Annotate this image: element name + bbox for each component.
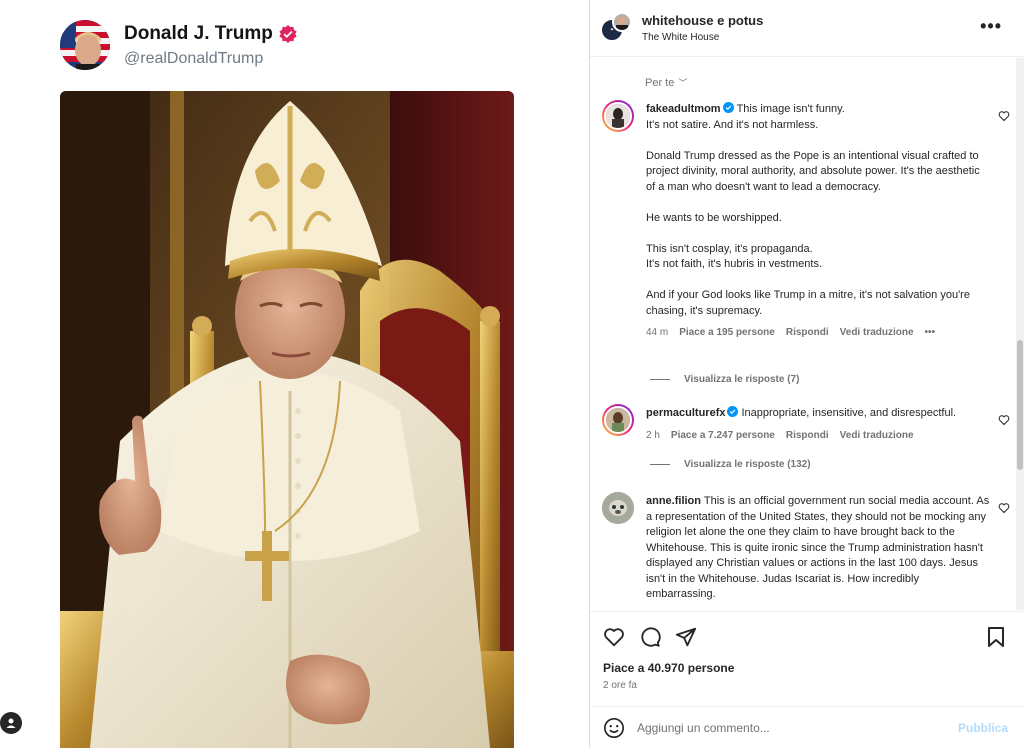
- post-subtitle: The White House: [642, 32, 720, 43]
- comment-line: This image isn't funny.: [736, 103, 845, 115]
- view-replies-button[interactable]: Visualizza le risposte (132): [650, 459, 811, 470]
- view-replies-label: Visualizza le risposte (7): [684, 374, 800, 385]
- scrollbar-thumb[interactable]: [1017, 340, 1023, 470]
- comment-line: [646, 226, 990, 242]
- comment-input[interactable]: [637, 720, 937, 735]
- translate-button[interactable]: Vedi traduzione: [840, 428, 914, 444]
- translate-button[interactable]: Vedi traduzione: [840, 325, 914, 341]
- reply-button[interactable]: Rispondi: [786, 325, 829, 341]
- chevron-down-icon: ﹀: [678, 78, 688, 88]
- comments-panel: ✦ whitehouse e potus The White House •••…: [590, 0, 1024, 748]
- comment-line: [646, 195, 990, 211]
- comment-line: This is an official government run socia…: [646, 495, 990, 600]
- user-profile-icon[interactable]: [0, 712, 22, 734]
- sort-label: Per te: [645, 76, 675, 89]
- comment-line: [646, 273, 990, 289]
- embedded-post-display-name: Donald J. Trump: [124, 23, 297, 45]
- comment-likes[interactable]: Piace a 7.247 persone: [671, 428, 775, 444]
- collab-avatars[interactable]: ✦: [600, 12, 636, 44]
- comment-more-button[interactable]: •••: [925, 325, 936, 341]
- comment-text: fakeadultmom This image isn't funny. It's…: [646, 102, 990, 319]
- replies-divider: [650, 464, 670, 465]
- verified-badge-icon: [722, 102, 734, 113]
- comment-line: [646, 133, 990, 149]
- post-image: [60, 91, 514, 748]
- comment-username[interactable]: anne.filion: [646, 495, 701, 507]
- comment-avatar[interactable]: [602, 404, 634, 436]
- display-name-text: Donald J. Trump: [124, 22, 273, 44]
- comment-line: This isn't cosplay, it's propaganda.: [646, 242, 813, 255]
- potus-avatar[interactable]: [612, 12, 632, 32]
- share-icon[interactable]: [675, 626, 697, 648]
- comment-line: It's not faith, it's hubris in vestments…: [646, 258, 822, 270]
- comment-icon[interactable]: [639, 626, 661, 648]
- replies-divider: [650, 379, 670, 380]
- comment-username[interactable]: permaculturefx: [646, 407, 725, 419]
- embedded-post-avatar: [60, 20, 110, 70]
- sort-dropdown[interactable]: Per te ﹀: [645, 76, 687, 89]
- post-actions: Piace a 40.970 persone 2 ore fa: [590, 611, 1024, 706]
- comment-likes[interactable]: Piace a 195 persone: [679, 325, 775, 341]
- comment-heart-icon[interactable]: [998, 414, 1010, 426]
- bookmark-icon[interactable]: [986, 626, 1006, 648]
- post-media-panel: Donald J. Trump @realDonaldTrump: [0, 0, 590, 748]
- publish-button[interactable]: Pubblica: [958, 721, 1008, 735]
- verified-badge-icon: [279, 24, 297, 43]
- more-options-button[interactable]: •••: [980, 16, 1002, 37]
- heart-icon[interactable]: [603, 626, 625, 648]
- comment-line: Donald Trump dressed as the Pope is an i…: [646, 149, 980, 193]
- reply-button[interactable]: Rispondi: [786, 428, 829, 444]
- comment-time[interactable]: 2 h: [646, 428, 660, 444]
- comment-line: Inappropriate, insensitive, and disrespe…: [741, 407, 957, 419]
- comment-username[interactable]: fakeadultmom: [646, 103, 721, 115]
- post-likes-count[interactable]: Piace a 40.970 persone: [603, 661, 734, 675]
- emoji-icon[interactable]: [603, 717, 625, 739]
- post-timestamp[interactable]: 2 ore fa: [603, 680, 637, 691]
- view-replies-button[interactable]: Visualizza le risposte (7): [650, 374, 799, 385]
- comment-text: permaculturefx Inappropriate, insensitive…: [646, 406, 990, 422]
- comments-list[interactable]: Per te ﹀ fakeadultmom This image isn't fu…: [590, 58, 1024, 610]
- comment-time[interactable]: 44 m: [646, 325, 668, 341]
- view-replies-label: Visualizza le risposte (132): [684, 459, 811, 470]
- comment-meta: 44 m Piace a 195 persone Rispondi Vedi t…: [646, 325, 990, 341]
- comment-text: anne.filion This is an official governme…: [646, 494, 990, 603]
- verified-badge-icon: [727, 406, 739, 417]
- comment-line: And if your God looks like Trump in a mi…: [646, 289, 970, 317]
- scrollbar-track[interactable]: [1016, 58, 1024, 610]
- comment-heart-icon[interactable]: [998, 502, 1010, 514]
- comment-line: He wants to be worshipped.: [646, 211, 782, 224]
- post-authors[interactable]: whitehouse e potus: [642, 13, 763, 28]
- post-header: ✦ whitehouse e potus The White House •••: [590, 0, 1024, 57]
- comment-meta: 2 h Piace a 7.247 persone Rispondi Vedi …: [646, 428, 990, 444]
- comment-avatar[interactable]: [602, 100, 634, 132]
- embedded-post-handle: @realDonaldTrump: [124, 49, 264, 67]
- comment-line: It's not satire. And it's not harmless.: [646, 118, 819, 131]
- comment-composer: Pubblica: [590, 706, 1024, 748]
- comment-heart-icon[interactable]: [998, 110, 1010, 122]
- comment-avatar[interactable]: [602, 492, 634, 524]
- embedded-post-header: Donald J. Trump @realDonaldTrump: [60, 20, 297, 70]
